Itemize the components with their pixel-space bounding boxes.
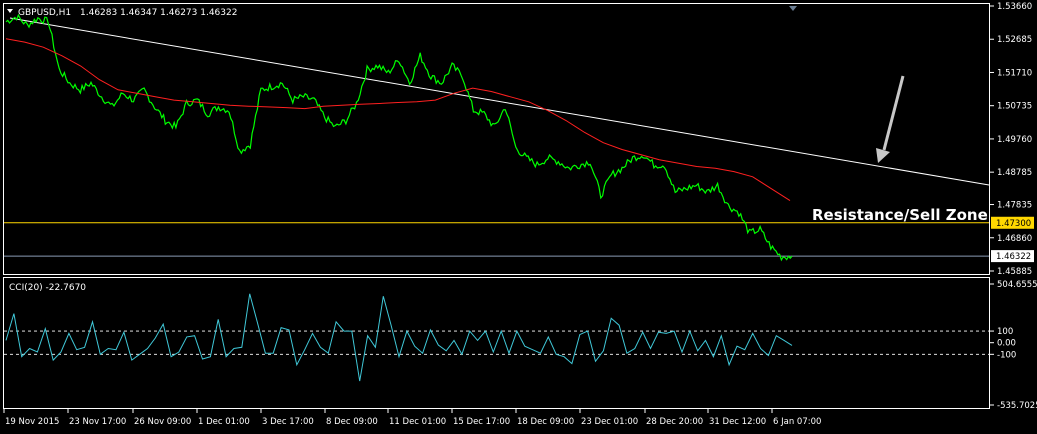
cci-tick-label: 0.00: [997, 339, 1016, 349]
y-tick-label: 1.53660: [997, 2, 1032, 12]
annotation-arrow-icon: [876, 148, 890, 163]
y-tick-label: 1.51710: [997, 68, 1032, 78]
cci-tick-label: -100: [997, 350, 1016, 360]
x-tick-label: 23 Nov 17:00: [69, 417, 126, 427]
cci-title: CCI(20) -22.7670: [9, 283, 86, 293]
annotation-arrow-shaft: [882, 75, 905, 151]
x-tick-label: 26 Nov 09:00: [134, 417, 191, 427]
y-tick-label: 1.49760: [997, 135, 1032, 145]
y-tick-label: 1.45885: [997, 267, 1032, 277]
x-tick-label: 6 Jan 07:00: [773, 417, 821, 427]
x-tick-label: 19 Nov 2015: [5, 417, 59, 427]
x-tick-label: 23 Dec 01:00: [581, 417, 638, 427]
ohlc-readout: 1.46283 1.46347 1.46273 1.46322: [80, 8, 237, 18]
x-tick-label: 15 Dec 17:00: [453, 417, 510, 427]
y-tick-label: 1.50735: [997, 102, 1032, 112]
resistance-price-label: 1.47300: [996, 219, 1031, 229]
x-tick-label: 3 Dec 17:00: [262, 417, 314, 427]
shift-marker-icon[interactable]: [789, 6, 797, 11]
resistance-sell-zone-label: Resistance/Sell Zone: [812, 206, 988, 224]
cci-tick-label: 504.6555: [997, 280, 1037, 290]
symbol-label: GBPUSD,H1: [18, 8, 71, 18]
cci-tick-label: -535.7025: [997, 401, 1037, 411]
resistance-price-tag: 1.47300: [991, 216, 1034, 229]
current-price-tag: 1.46322: [991, 250, 1034, 263]
y-tick-label: 1.47835: [997, 201, 1032, 211]
y-tick-label: 1.48785: [997, 168, 1032, 178]
y-tick-label: 1.52685: [997, 35, 1032, 45]
x-tick-label: 8 Dec 09:00: [326, 417, 378, 427]
x-tick-label: 11 Dec 01:00: [389, 417, 446, 427]
cci-tick-label: 100: [997, 327, 1013, 337]
main-chart-frame: [3, 3, 990, 275]
moving-average-line: [5, 38, 791, 202]
chart-menu-triangle-icon[interactable]: [7, 9, 13, 13]
x-tick-label: 18 Dec 09:00: [517, 417, 574, 427]
x-tick-label: 31 Dec 12:00: [709, 417, 766, 427]
descending-trendline[interactable]: [9, 17, 990, 186]
current-price-label: 1.46322: [996, 252, 1031, 262]
y-tick-label: 1.46860: [997, 234, 1032, 244]
x-tick-label: 28 Dec 20:00: [646, 417, 703, 427]
cci-series-line: [5, 293, 793, 382]
x-tick-label: 1 Dec 01:00: [198, 417, 250, 427]
chart-canvas: GBPUSD,H1 1.46283 1.46347 1.46273 1.4632…: [3, 2, 1037, 427]
